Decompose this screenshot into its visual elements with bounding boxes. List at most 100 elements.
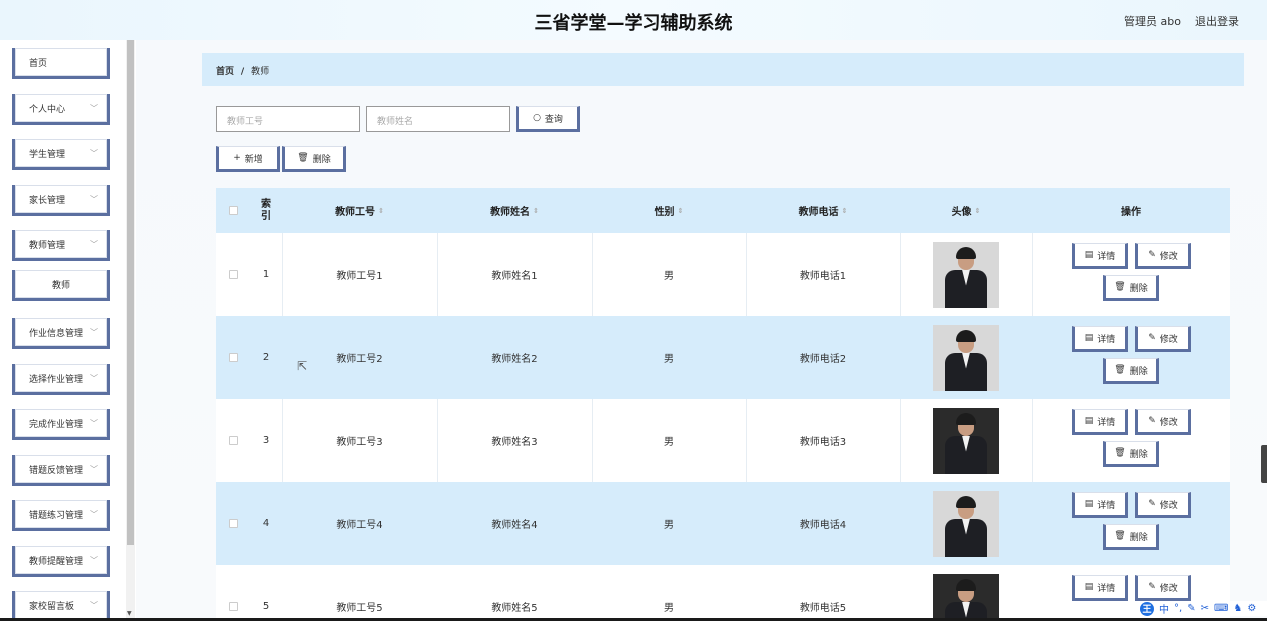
pen-icon[interactable]: ✎ — [1187, 603, 1195, 614]
delete-button[interactable]: 🗑 删除 — [1103, 441, 1159, 467]
mouse-cursor-icon: ⇱ — [297, 359, 308, 373]
sidebar-item-personal-center[interactable]: 个人中心 ﹀ — [12, 94, 110, 125]
document-icon: ▤ — [1084, 416, 1094, 426]
col-header-teacher-id[interactable]: 教师工号 ⇕ — [282, 188, 437, 233]
delete-button[interactable]: 🗑 删除 — [1103, 275, 1159, 301]
sidebar-scrollbar-thumb[interactable] — [127, 40, 134, 545]
delete-button[interactable]: 🗑 删除 — [1103, 358, 1159, 384]
shirt-icon[interactable]: ♞ — [1233, 603, 1242, 614]
ime-toolbar[interactable]: 王 中 °, ✎ ✂ ⌨ ♞ ⚙ — [1137, 601, 1267, 616]
query-button-label: 查询 — [544, 114, 563, 125]
chevron-down-icon: ﹀ — [90, 149, 98, 158]
cell-avatar — [900, 565, 1032, 621]
row-checkbox[interactable] — [216, 399, 250, 482]
sidebar-item-teacher-reminder[interactable]: 教师提醒管理 ﹀ — [12, 546, 110, 577]
cell-phone: 教师电话3 — [799, 437, 847, 448]
scroll-down-arrow-icon[interactable]: ▼ — [127, 610, 132, 617]
sidebar-item-error-practice[interactable]: 错题练习管理 ﹀ — [12, 500, 110, 531]
cell-teacher-id: 教师工号1 — [336, 271, 383, 282]
edit-button[interactable]: ✎ 修改 — [1135, 243, 1191, 269]
detail-button[interactable]: ▤ 详情 — [1072, 409, 1128, 435]
sort-icon: ⇕ — [974, 206, 981, 215]
plus-icon: + — [233, 153, 241, 163]
edit-button[interactable]: ✎ 修改 — [1135, 326, 1191, 352]
cell-index: 5 — [262, 601, 270, 612]
col-header-gender[interactable]: 性别 ⇕ — [592, 188, 746, 233]
sidebar-item-label: 教师提醒管理 — [29, 556, 84, 567]
delete-button[interactable]: 🗑 删除 — [1103, 524, 1159, 550]
gear-icon[interactable]: ⚙ — [1247, 603, 1256, 614]
chevron-down-icon: ﹀ — [90, 419, 98, 428]
sidebar-item-message-board[interactable]: 家校留言板 ﹀ — [12, 591, 110, 621]
breadcrumb-home[interactable]: 首页 — [216, 67, 234, 77]
chevron-down-icon: ﹀ — [90, 465, 98, 474]
sidebar-item-label: 教师管理 — [29, 240, 66, 251]
edit-button[interactable]: ✎ 修改 — [1135, 492, 1191, 518]
chevron-down-icon: ﹀ — [90, 510, 98, 519]
row-checkbox[interactable] — [216, 316, 250, 399]
teacher-id-search-input[interactable]: 教师工号 — [216, 106, 360, 132]
sidebar-item-homework-info[interactable]: 作业信息管理 ﹀ — [12, 318, 110, 349]
table-row: 3 教师工号3 教师姓名3 男 教师电话3 ▤ 详情 ✎ 修改 🗑 删除 — [216, 399, 1230, 482]
table-row: 2 教师工号2 教师姓名2 男 教师电话2 ▤ 详情 ✎ 修改 🗑 删除 — [216, 316, 1230, 399]
pencil-icon: ✎ — [1148, 250, 1156, 260]
sidebar-item-label: 错题练习管理 — [29, 510, 84, 521]
table-row: 4 教师工号4 教师姓名4 男 教师电话4 ▤ 详情 ✎ 修改 🗑 删除 — [216, 482, 1230, 565]
sidebar-item-parents[interactable]: 家长管理 ﹀ — [12, 185, 110, 216]
cell-avatar — [900, 233, 1032, 316]
detail-button[interactable]: ▤ 详情 — [1072, 575, 1128, 601]
teacher-name-search-input[interactable]: 教师姓名 — [366, 106, 510, 132]
col-header-phone[interactable]: 教师电话 ⇕ — [746, 188, 900, 233]
cell-teacher-name: 教师姓名1 — [491, 271, 538, 282]
teacher-avatar-image — [933, 324, 999, 391]
detail-button[interactable]: ▤ 详情 — [1072, 492, 1128, 518]
cell-gender: 男 — [664, 603, 674, 614]
sidebar-item-select-homework[interactable]: 选择作业管理 ﹀ — [12, 364, 110, 395]
logout-link[interactable]: 退出登录 — [1195, 13, 1239, 29]
chevron-down-icon: ﹀ — [90, 601, 98, 610]
sidebar-item-label: 家长管理 — [29, 195, 66, 206]
add-button[interactable]: + 新增 — [216, 146, 280, 172]
sort-icon: ⇕ — [533, 206, 539, 215]
scissors-icon[interactable]: ✂ — [1201, 603, 1209, 614]
sidebar-item-home[interactable]: 首页 — [12, 48, 110, 79]
document-icon: ▤ — [1084, 333, 1094, 343]
cell-teacher-name: 教师姓名4 — [491, 520, 538, 531]
trash-icon: 🗑 — [1114, 365, 1126, 375]
cell-phone: 教师电话2 — [799, 354, 847, 365]
edit-button[interactable]: ✎ 修改 — [1135, 409, 1191, 435]
edit-button[interactable]: ✎ 修改 — [1135, 575, 1191, 601]
document-icon: ▤ — [1084, 250, 1094, 260]
detail-button[interactable]: ▤ 详情 — [1072, 243, 1128, 269]
col-header-avatar[interactable]: 头像 ⇕ — [900, 188, 1032, 233]
page-scroll-handle[interactable] — [1261, 445, 1267, 483]
sidebar-item-teacher-management[interactable]: 教师管理 ﹀ — [12, 230, 110, 261]
detail-button[interactable]: ▤ 详情 — [1072, 326, 1128, 352]
row-checkbox[interactable] — [216, 565, 250, 621]
sort-icon: ⇕ — [841, 206, 848, 215]
trash-icon: 🗑 — [297, 153, 309, 163]
sidebar-item-error-feedback[interactable]: 错题反馈管理 ﹀ — [12, 455, 110, 486]
search-icon: ○ — [533, 113, 541, 123]
cell-teacher-name: 教师姓名2 — [491, 354, 538, 365]
col-header-index: 索 引 — [250, 188, 282, 233]
cell-avatar — [900, 399, 1032, 482]
punctuation-icon[interactable]: °, — [1174, 603, 1182, 614]
sidebar-item-label: 学生管理 — [29, 149, 66, 160]
sidebar-item-label: 首页 — [29, 58, 48, 69]
sidebar-item-complete-homework[interactable]: 完成作业管理 ﹀ — [12, 409, 110, 440]
main-content: 首页 / 教师 教师工号 教师姓名 ○ 查询 + 新增 🗑 删除 索 引 教师工… — [136, 40, 1267, 621]
row-checkbox[interactable] — [216, 482, 250, 565]
query-button[interactable]: ○ 查询 — [516, 106, 580, 132]
col-header-teacher-name[interactable]: 教师姓名 ⇕ — [437, 188, 592, 233]
select-all-checkbox[interactable] — [216, 188, 250, 233]
teacher-avatar-image — [933, 241, 999, 308]
keyboard-icon[interactable]: ⌨ — [1214, 603, 1228, 614]
row-checkbox[interactable] — [216, 233, 250, 316]
breadcrumb-current: 教师 — [251, 67, 270, 77]
trash-icon: 🗑 — [1114, 448, 1126, 458]
sidebar-item-students[interactable]: 学生管理 ﹀ — [12, 139, 110, 170]
sidebar-item-label: 错题反馈管理 — [29, 465, 84, 476]
ime-mode-label[interactable]: 中 — [1159, 601, 1169, 616]
sidebar-subitem-teacher[interactable]: 教师 — [12, 270, 110, 301]
